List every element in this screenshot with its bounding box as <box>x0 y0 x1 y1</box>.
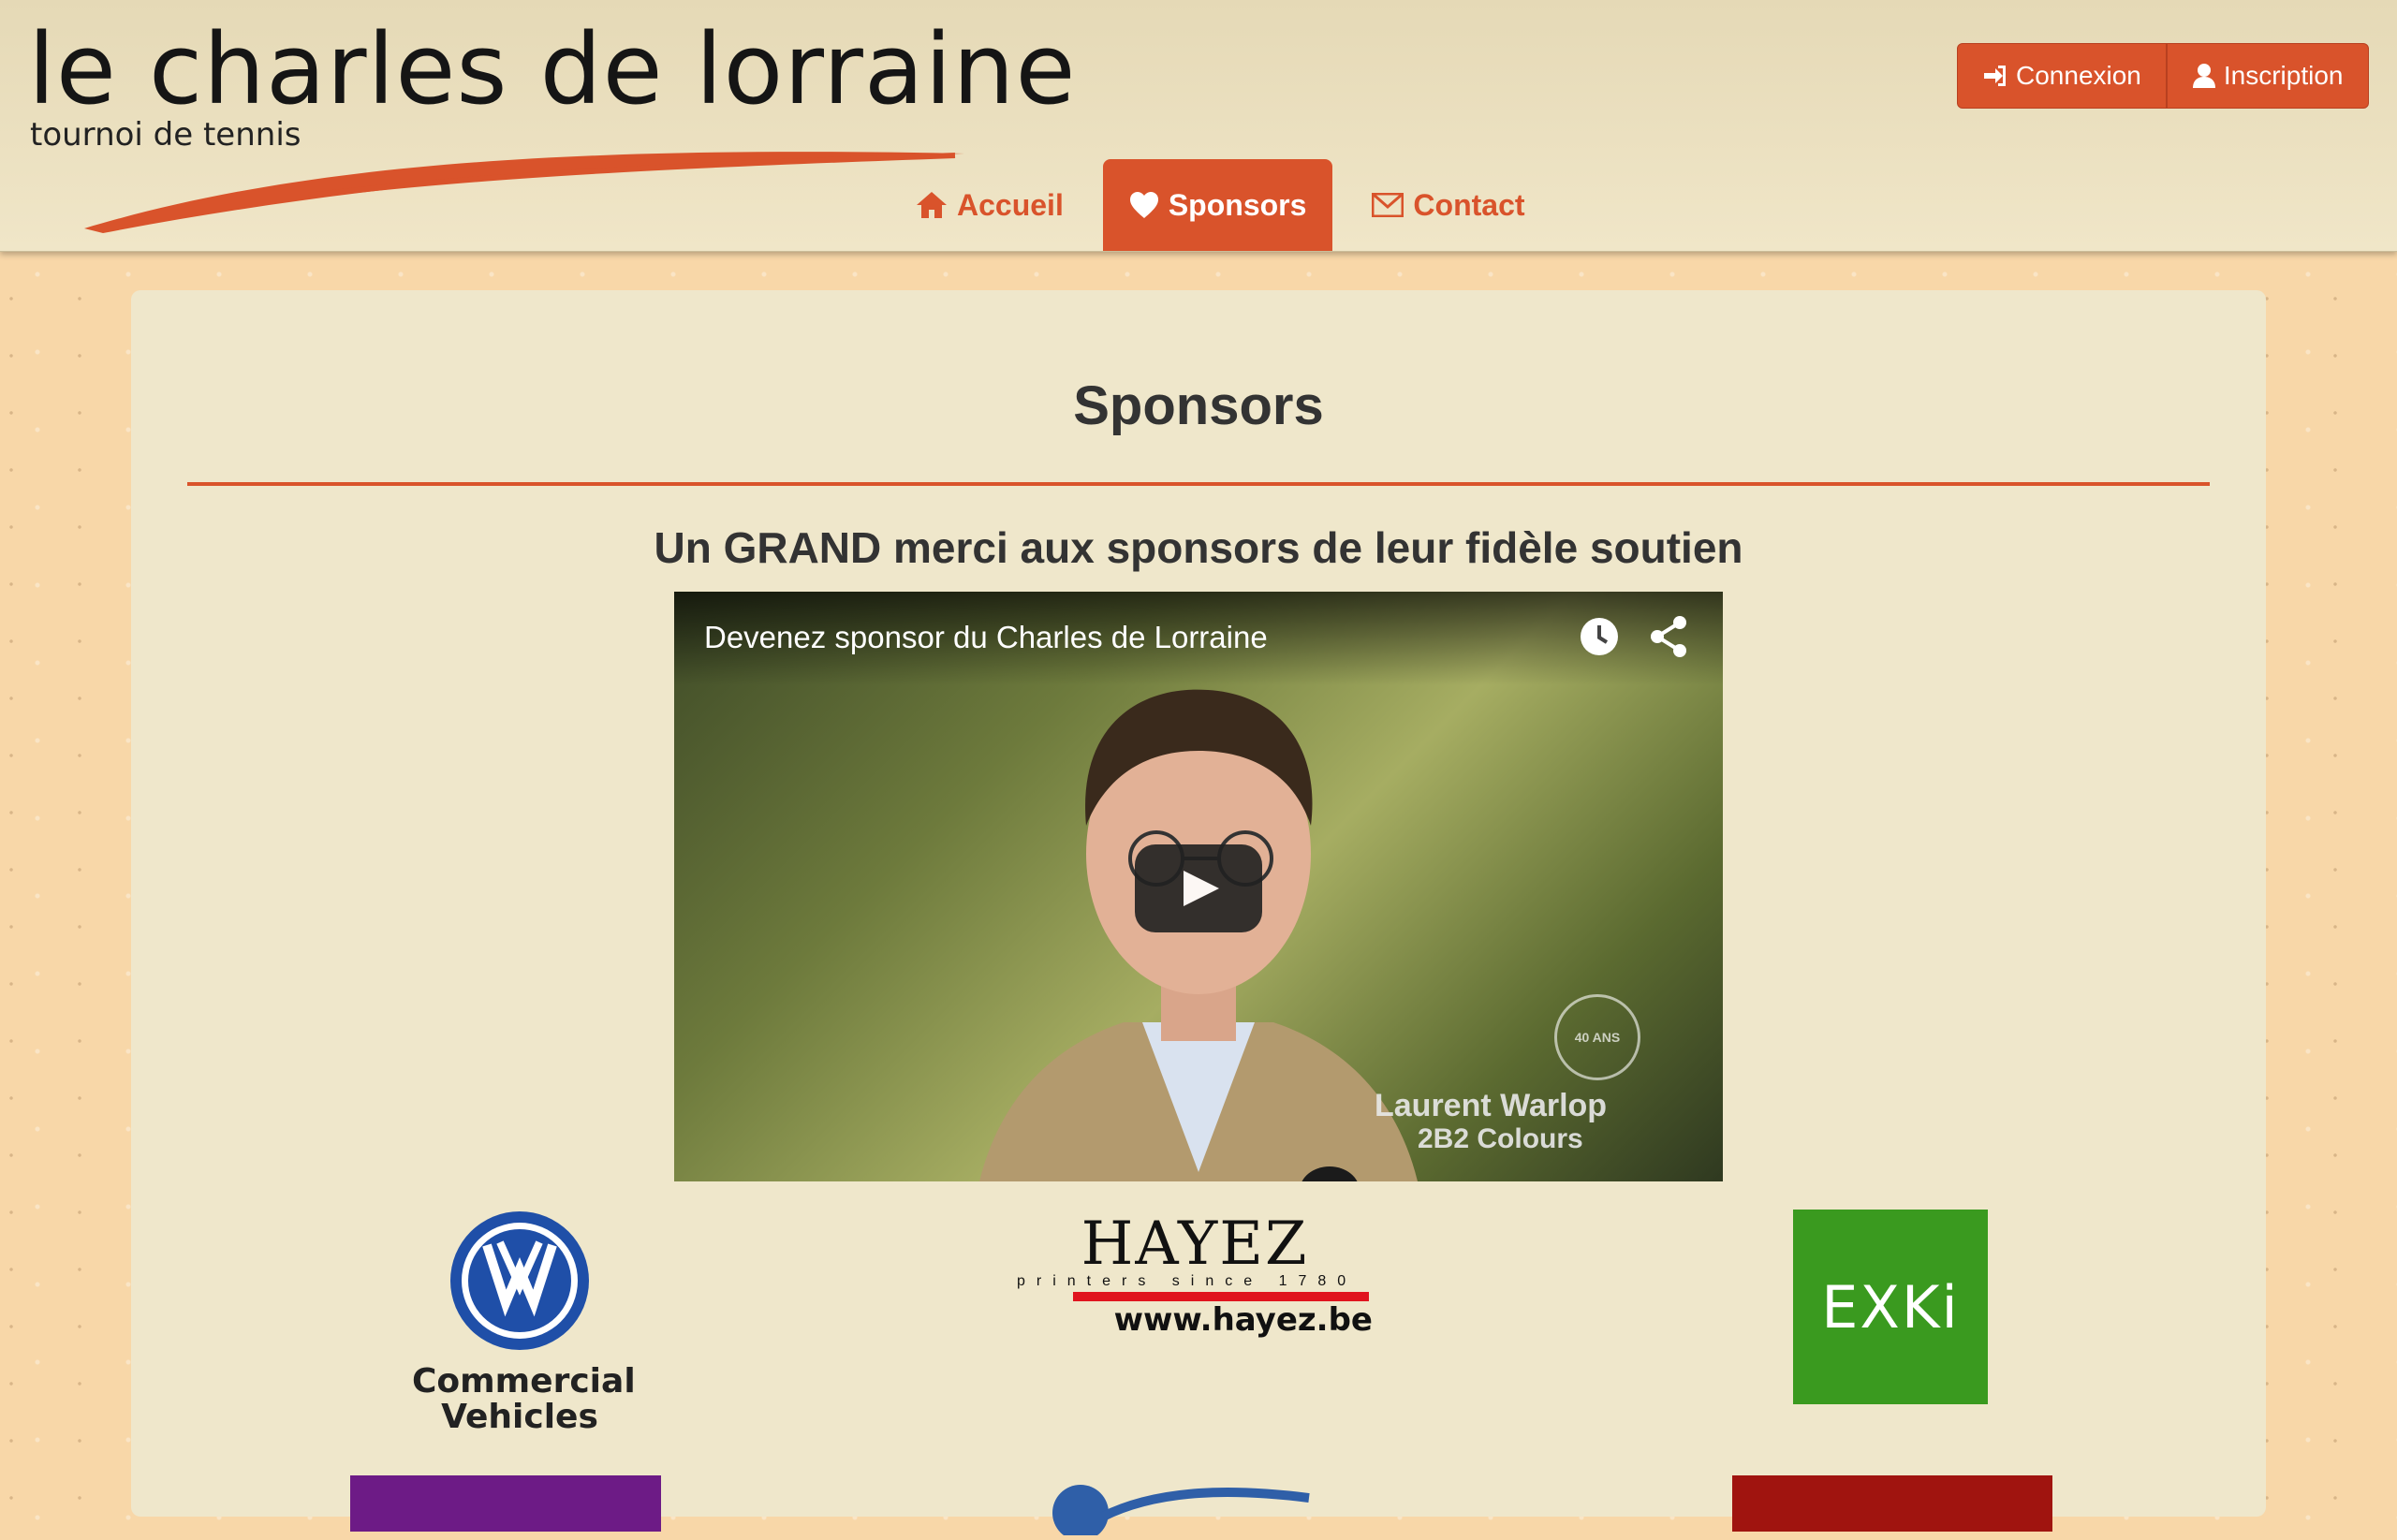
share-icon[interactable] <box>1648 614 1691 659</box>
nav-item-label: Sponsors <box>1168 187 1307 222</box>
title-divider <box>187 482 2210 486</box>
nav-item-label: Contact <box>1413 187 1525 222</box>
hayez-tagline: printers since 1780 <box>1017 1273 1358 1289</box>
page-subtitle: Un GRAND merci aux sponsors de leur fidè… <box>654 523 1743 572</box>
sponsor-vw-logo[interactable]: Commercial Vehicles <box>412 1210 636 1436</box>
nav-item-contact[interactable]: Contact <box>1346 159 1551 251</box>
hayez-url: www.hayez.be <box>1113 1301 1373 1339</box>
home-icon <box>917 192 947 218</box>
hayez-underline <box>1073 1292 1369 1301</box>
nav-item-accueil[interactable]: Accueil <box>890 159 1090 251</box>
watch-later-icon[interactable] <box>1577 614 1622 659</box>
vw-line2: Vehicles <box>441 1398 598 1436</box>
hayez-name: HAYEZ <box>1081 1210 1309 1279</box>
main-nav: Accueil Sponsors Contact <box>890 159 1551 251</box>
page-title: Sponsors <box>1073 375 1324 436</box>
register-label: Inscription <box>2223 61 2344 90</box>
sponsor-logo-globe[interactable] <box>1047 1479 1328 1540</box>
video-title[interactable]: Devenez sponsor du Charles de Lorraine <box>704 620 1268 655</box>
sponsor-logo-red[interactable] <box>1732 1475 2052 1532</box>
video-caption-name: Laurent Warlop <box>1375 1088 1608 1123</box>
auth-buttons: Connexion Inscription <box>1957 43 2369 109</box>
logo-subtitle: tournoi de tennis <box>30 116 301 154</box>
sponsor-video-player[interactable]: Devenez sponsor du Charles de Lorraine 4… <box>674 592 1723 1181</box>
login-label: Connexion <box>2016 61 2141 90</box>
sponsor-hayez-logo[interactable]: HAYEZ printers since 1780 www.hayez.be <box>1017 1210 1373 1339</box>
logo-title: le charles de lorraine <box>28 12 1077 126</box>
content-panel: Sponsors Un GRAND merci aux sponsors de … <box>131 290 2266 1540</box>
vw-line1: Commercial <box>412 1362 636 1401</box>
vw-logo-icon <box>450 1211 589 1350</box>
nav-item-sponsors[interactable]: Sponsors <box>1102 159 1333 251</box>
login-icon <box>1984 66 2006 86</box>
user-icon <box>2192 64 2215 88</box>
anniversary-badge: 40 ANS <box>1554 994 1640 1080</box>
login-button[interactable]: Connexion <box>1957 43 2167 109</box>
exki-name: EXKi <box>1821 1272 1960 1342</box>
heart-icon <box>1129 192 1158 218</box>
register-button[interactable]: Inscription <box>2166 43 2369 109</box>
navbar: le charles de lorraine tournoi de tennis… <box>0 0 2397 252</box>
globe-logo-icon <box>1052 1485 1310 1540</box>
site-logo[interactable]: le charles de lorraine tournoi de tennis <box>28 13 1075 238</box>
sponsor-logo-purple[interactable] <box>350 1475 661 1532</box>
sponsor-exki-logo[interactable]: EXKi <box>1793 1210 1988 1404</box>
video-caption-company: 2B2 Colours <box>1418 1123 1583 1154</box>
nav-item-label: Accueil <box>957 187 1064 222</box>
envelope-icon <box>1372 193 1404 217</box>
play-button[interactable] <box>1135 844 1262 932</box>
